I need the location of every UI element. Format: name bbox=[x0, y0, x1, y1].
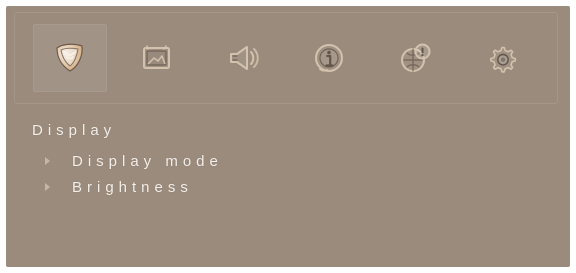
menu-item-brightness[interactable]: Brightness bbox=[38, 174, 223, 200]
tab-picture[interactable] bbox=[119, 24, 193, 92]
tab-audio[interactable] bbox=[206, 24, 280, 92]
menu-list: Display mode Brightness bbox=[38, 148, 223, 200]
display-icon bbox=[48, 36, 92, 80]
info-icon bbox=[307, 36, 351, 80]
menu-title: Display bbox=[32, 122, 117, 139]
tab-info[interactable] bbox=[292, 24, 366, 92]
menu-item-label: Brightness bbox=[72, 178, 193, 196]
tab-settings[interactable] bbox=[465, 24, 539, 92]
arrow-right-icon bbox=[38, 178, 56, 196]
tab-multiwindow[interactable] bbox=[379, 24, 453, 92]
menu-item-display-mode[interactable]: Display mode bbox=[38, 148, 223, 174]
tab-display[interactable] bbox=[33, 24, 107, 92]
menu-item-label: Display mode bbox=[72, 152, 223, 170]
top-icon-bar bbox=[14, 12, 558, 104]
gear-icon bbox=[480, 36, 524, 80]
osd-panel: Display Display mode Brightness bbox=[6, 6, 570, 267]
picture-icon bbox=[134, 36, 178, 80]
multi-window-icon bbox=[394, 36, 438, 80]
arrow-right-icon bbox=[38, 152, 56, 170]
speaker-icon bbox=[221, 36, 265, 80]
